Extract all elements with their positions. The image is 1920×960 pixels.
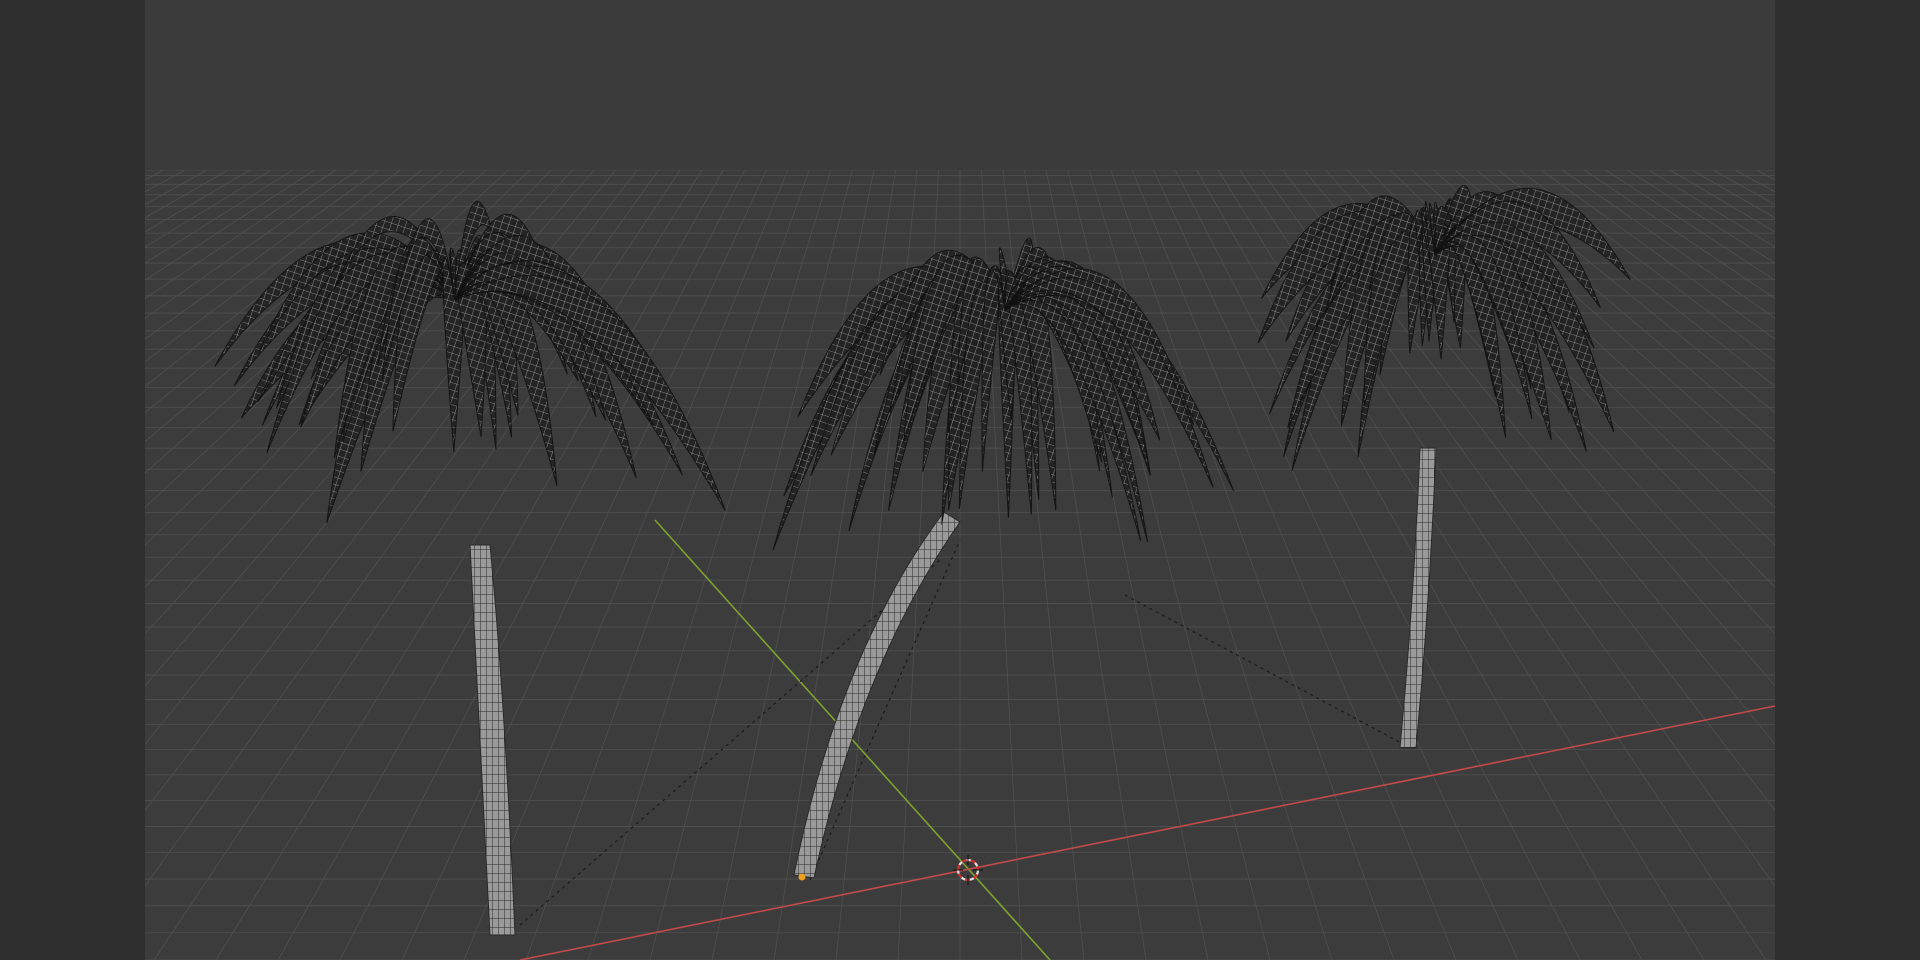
viewport-edge [0, 0, 145, 960]
object-origin-dot [798, 873, 806, 881]
viewport-edge [1775, 0, 1920, 960]
3d-viewport[interactable] [0, 0, 1920, 960]
viewport-sky [145, 0, 1775, 170]
viewport-canvas[interactable] [0, 0, 1920, 960]
blender-app [0, 0, 1920, 960]
